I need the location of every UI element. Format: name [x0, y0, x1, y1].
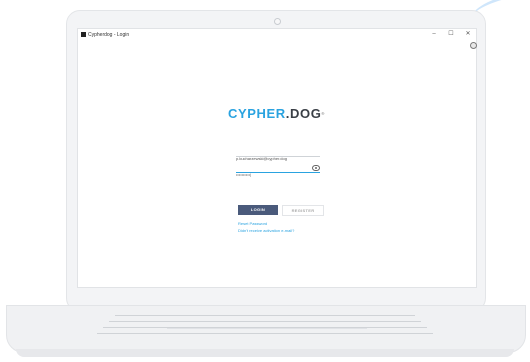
laptop-base	[6, 305, 526, 353]
cypherdog-logo: CYPHER.DOG®	[228, 107, 325, 121]
webcam	[274, 18, 281, 25]
logo-part-b: DOG	[290, 106, 322, 121]
maximize-button[interactable]: ☐	[445, 29, 457, 40]
close-button[interactable]: ✕	[462, 29, 474, 40]
email-field[interactable]	[236, 147, 320, 163]
keyboard-row	[115, 315, 415, 316]
email-underline	[236, 156, 320, 157]
register-button[interactable]: REGISTER	[282, 205, 324, 216]
window-title: Cypherdog - Login	[88, 32, 130, 38]
password-underline	[236, 172, 320, 173]
password-field[interactable]	[236, 163, 320, 179]
globe-icon[interactable]	[470, 42, 477, 49]
laptop-lid: Cypherdog - Login – ☐ ✕ CYPHER.DOG® LOGI…	[66, 10, 486, 312]
reset-password-link[interactable]: Reset Password	[238, 221, 267, 226]
minimize-button[interactable]: –	[428, 29, 440, 40]
app-window: Cypherdog - Login – ☐ ✕ CYPHER.DOG® LOGI…	[77, 28, 477, 288]
app-icon	[81, 32, 86, 37]
keyboard-row	[109, 321, 421, 322]
laptop-front-edge	[16, 349, 514, 357]
eye-icon[interactable]	[312, 165, 320, 171]
registered-mark: ®	[321, 111, 325, 116]
login-button[interactable]: LOGIN	[238, 205, 278, 215]
trackpad	[167, 328, 367, 347]
title-bar: Cypherdog - Login – ☐ ✕	[78, 29, 476, 41]
activation-email-link[interactable]: Didn't receive activation e-mail?	[238, 228, 294, 233]
logo-part-a: CYPHER	[228, 106, 286, 121]
